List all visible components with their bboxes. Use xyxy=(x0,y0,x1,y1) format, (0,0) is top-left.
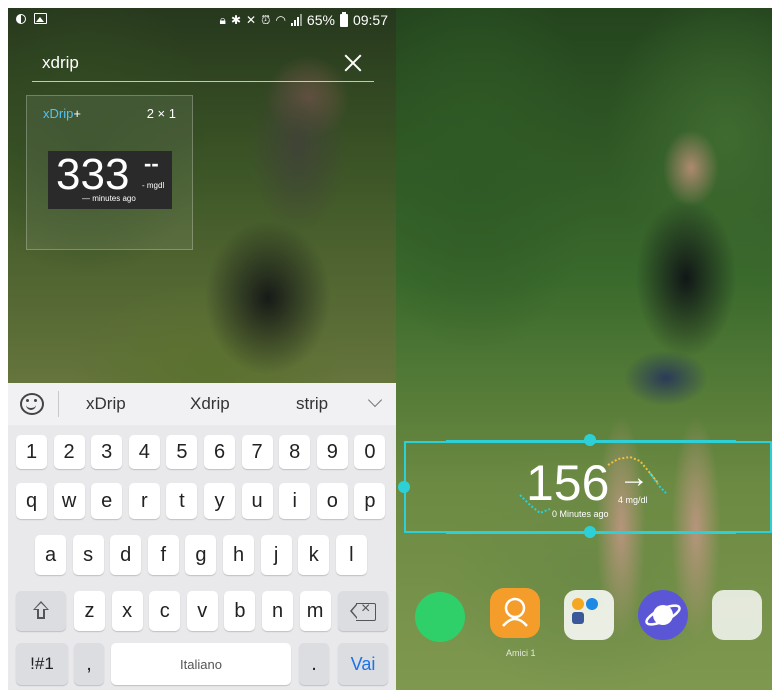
lock-icon: 🔒︎ xyxy=(219,12,226,27)
folder-icon[interactable] xyxy=(564,590,614,640)
key-i[interactable]: i xyxy=(279,483,311,519)
key-s[interactable]: s xyxy=(72,535,104,575)
key-p[interactable]: p xyxy=(354,483,386,519)
key-c[interactable]: c xyxy=(149,591,181,631)
symbols-key[interactable]: !#1 xyxy=(16,643,68,685)
mute-icon: ✕ xyxy=(246,13,257,27)
right-phone-screen: 156 → 4 mg/dl 0 Minutes ago Amici 1 xyxy=(396,8,772,690)
key-4[interactable]: 4 xyxy=(128,435,160,469)
key-o[interactable]: o xyxy=(316,483,348,519)
key-a[interactable]: a xyxy=(35,535,66,575)
key-t[interactable]: t xyxy=(166,483,198,519)
backspace-icon xyxy=(350,600,376,621)
suggestion-1[interactable]: xDrip xyxy=(86,394,126,414)
key-w[interactable]: w xyxy=(53,483,85,519)
battery-percent: 65% xyxy=(306,12,335,28)
glucose-unit: 4 mg/dl xyxy=(618,495,648,505)
shift-key[interactable] xyxy=(16,591,66,631)
key-6[interactable]: 6 xyxy=(204,435,235,469)
widget-preview[interactable]: 333 -- - mgdl — minutes ago xyxy=(48,150,172,209)
signal-icon xyxy=(290,14,302,26)
blurred-wallpaper xyxy=(396,8,772,690)
key-d[interactable]: d xyxy=(110,535,142,575)
key-l[interactable]: l xyxy=(335,535,367,575)
bluetooth-icon: ✱ xyxy=(230,13,241,27)
data-saver-icon xyxy=(16,13,26,24)
key-e[interactable]: e xyxy=(91,483,123,519)
close-icon[interactable] xyxy=(342,52,364,74)
left-phone-screen: 🔒︎ ✱ ✕ ⏰︎ ◠ 65% 09:57 xdrip xDrip+ 2 × 1… xyxy=(8,8,396,690)
key-2[interactable]: 2 xyxy=(53,435,85,469)
space-bar[interactable]: Italiano xyxy=(111,643,291,685)
widget-app-name: xDrip+ xyxy=(43,106,81,121)
preview-trend: -- xyxy=(144,151,159,176)
alarm-icon: ⏰︎ xyxy=(261,12,271,27)
key-u[interactable]: u xyxy=(241,483,273,519)
key-k[interactable]: k xyxy=(298,535,330,575)
widget-search-bar[interactable]: xdrip xyxy=(32,48,374,82)
suggestion-3[interactable]: strip xyxy=(296,394,328,414)
key-1[interactable]: 1 xyxy=(16,435,47,469)
comma-key[interactable]: , xyxy=(74,643,104,685)
emoji-icon[interactable] xyxy=(20,393,44,415)
key-7[interactable]: 7 xyxy=(241,435,273,469)
internet-app-icon[interactable] xyxy=(638,590,688,640)
phone-app-icon[interactable] xyxy=(415,592,465,642)
chevron-down-icon[interactable] xyxy=(367,392,383,408)
period-key[interactable]: . xyxy=(299,643,329,685)
key-g[interactable]: g xyxy=(185,535,217,575)
apps-icon[interactable] xyxy=(712,590,762,640)
key-y[interactable]: y xyxy=(204,483,235,519)
suggestion-2[interactable]: Xdrip xyxy=(190,394,230,414)
glucose-value: 156 xyxy=(526,455,610,511)
contacts-app-icon[interactable] xyxy=(490,588,540,638)
preview-time: — minutes ago xyxy=(82,194,136,203)
search-input[interactable]: xdrip xyxy=(42,53,79,73)
wifi-icon: ◠ xyxy=(275,13,286,27)
backspace-key[interactable] xyxy=(338,591,388,631)
key-m[interactable]: m xyxy=(299,591,331,631)
go-key[interactable]: Vai xyxy=(338,643,388,685)
shift-icon xyxy=(32,601,50,621)
key-z[interactable]: z xyxy=(74,591,105,631)
keyboard: xDrip Xdrip strip 1234567890qwertyuiopas… xyxy=(8,383,396,690)
key-9[interactable]: 9 xyxy=(316,435,348,469)
widget-result-card[interactable]: xDrip+ 2 × 1 333 -- - mgdl — minutes ago xyxy=(26,95,193,250)
gallery-icon xyxy=(34,13,47,24)
key-b[interactable]: b xyxy=(224,591,256,631)
key-n[interactable]: n xyxy=(262,591,293,631)
widget-size: 2 × 1 xyxy=(146,106,176,121)
dock-label: Amici 1 xyxy=(506,648,536,658)
key-v[interactable]: v xyxy=(186,591,218,631)
key-h[interactable]: h xyxy=(223,535,254,575)
key-f[interactable]: f xyxy=(147,535,179,575)
key-x[interactable]: x xyxy=(111,591,143,631)
key-j[interactable]: j xyxy=(260,535,292,575)
key-q[interactable]: q xyxy=(16,483,47,519)
xdrip-widget[interactable]: 156 → 4 mg/dl 0 Minutes ago xyxy=(404,441,772,533)
key-8[interactable]: 8 xyxy=(279,435,311,469)
key-r[interactable]: r xyxy=(128,483,160,519)
clock: 09:57 xyxy=(352,12,388,28)
key-3[interactable]: 3 xyxy=(91,435,123,469)
key-0[interactable]: 0 xyxy=(354,435,386,469)
status-bar: 🔒︎ ✱ ✕ ⏰︎ ◠ 65% 09:57 xyxy=(8,8,396,34)
key-5[interactable]: 5 xyxy=(166,435,198,469)
battery-icon xyxy=(339,11,348,27)
reading-time: 0 Minutes ago xyxy=(552,509,609,519)
suggestion-bar: xDrip Xdrip strip xyxy=(8,383,396,425)
trend-arrow: → xyxy=(619,461,649,494)
preview-unit: - mgdl xyxy=(142,181,165,190)
